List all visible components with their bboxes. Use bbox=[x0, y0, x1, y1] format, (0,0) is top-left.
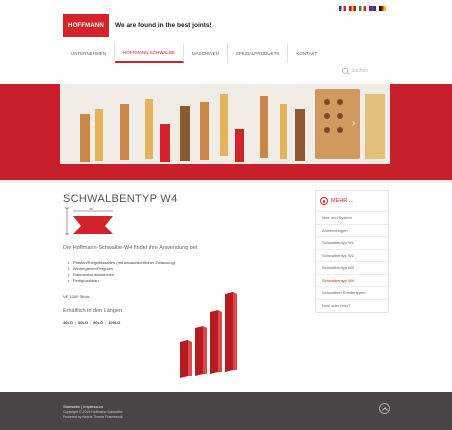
dimension-label: 20 bbox=[89, 207, 93, 211]
length-value: 40LO bbox=[63, 320, 74, 325]
powered-by-text: Powered by Nexus Theme Framework bbox=[63, 415, 123, 419]
length-value: 100LO bbox=[108, 320, 121, 325]
length-value: 90LO bbox=[93, 320, 104, 325]
scroll-top-icon[interactable] bbox=[379, 403, 390, 414]
sidebar-item-holz-oder-holz[interactable]: Holz oder Holz? bbox=[316, 300, 388, 313]
lengths-heading: Erhältlich in den Längen bbox=[63, 308, 123, 314]
page-title: SCHWALBENTYP W4 bbox=[63, 193, 178, 205]
search-placeholder: Suchen bbox=[351, 68, 368, 74]
flag-de-icon[interactable] bbox=[379, 6, 386, 11]
dovetail-dimension-diagram: 20 bbox=[65, 207, 113, 235]
search-field[interactable]: Suchen bbox=[342, 68, 368, 74]
nav-item-maschinen[interactable]: MASCHINEN bbox=[184, 43, 228, 63]
hoffmann-logo[interactable]: HOFFMANN bbox=[63, 14, 109, 37]
product-image bbox=[180, 292, 237, 378]
nav-item-kontakt[interactable]: KONTAKT bbox=[288, 43, 325, 63]
nav-item-unternehmen[interactable]: UNTERNEHMEN bbox=[63, 43, 116, 63]
hero-prev-icon[interactable]: ‹ bbox=[92, 118, 100, 130]
flag-it-icon[interactable] bbox=[359, 6, 366, 11]
flag-gb-icon[interactable] bbox=[369, 6, 376, 11]
sidebar-item-w4[interactable]: Schwalbentyp W4 bbox=[316, 275, 388, 287]
intro-text: Die Hoffmann-Schwalbe-W4 findet ihre Anw… bbox=[63, 245, 198, 251]
nav-item-hoffmann-schwalbe[interactable]: HOFFMANN SCHWALBE bbox=[115, 43, 184, 63]
length-value: 60LO bbox=[78, 320, 89, 325]
search-icon bbox=[342, 68, 348, 74]
hero-next-icon[interactable]: › bbox=[352, 118, 360, 130]
lengths-list: 40LO | 60LO | 90LO | 100LO bbox=[63, 320, 121, 325]
info-icon bbox=[320, 197, 328, 205]
nav-item-spezialprodukte[interactable]: SPEZIALPRODUKTE bbox=[228, 43, 289, 63]
sidebar-header: MEHR ... bbox=[316, 191, 388, 212]
sidebar-item-anwendungen[interactable]: Anwendungen bbox=[316, 225, 388, 237]
language-flags bbox=[339, 6, 386, 11]
footer-copyright: Copyright © 2015 Hoffmann Schwalbe Power… bbox=[63, 410, 123, 420]
flag-fr-icon[interactable] bbox=[339, 6, 346, 11]
footer-links[interactable]: Startseite | Impressum bbox=[63, 404, 103, 409]
packaging-unit: VE 1000 Stück bbox=[63, 294, 90, 299]
flag-es-icon[interactable] bbox=[349, 6, 356, 11]
list-item: Fertighausbau bbox=[68, 278, 175, 284]
tagline: We are found in the best joints! bbox=[115, 22, 212, 29]
application-list: Pfosten/Riegelfassaden (mit bauaufsichtl… bbox=[68, 260, 175, 284]
hero-image bbox=[60, 84, 390, 164]
footer: Startseite | Impressum Copyright © 2015 … bbox=[0, 392, 452, 430]
sidebar-item-w1[interactable]: Schwalbentyp W1 bbox=[316, 237, 388, 250]
sidebar-item-idee-und-system[interactable]: Idee und System bbox=[316, 212, 388, 225]
sidebar-item-w2[interactable]: Schwalbentyp W2 bbox=[316, 250, 388, 262]
sidebar-item-w3[interactable]: Schwalbentyp W3 bbox=[316, 262, 388, 275]
main-nav: UNTERNEHMEN HOFFMANN SCHWALBE MASCHINEN … bbox=[63, 43, 325, 63]
sidebar-item-sondertypen[interactable]: Schwalben Sondertypen bbox=[316, 287, 388, 300]
sidebar-header-label: MEHR ... bbox=[331, 198, 354, 204]
sidebar: MEHR ... Idee und System Anwendungen Sch… bbox=[315, 190, 389, 313]
divider bbox=[0, 180, 452, 184]
